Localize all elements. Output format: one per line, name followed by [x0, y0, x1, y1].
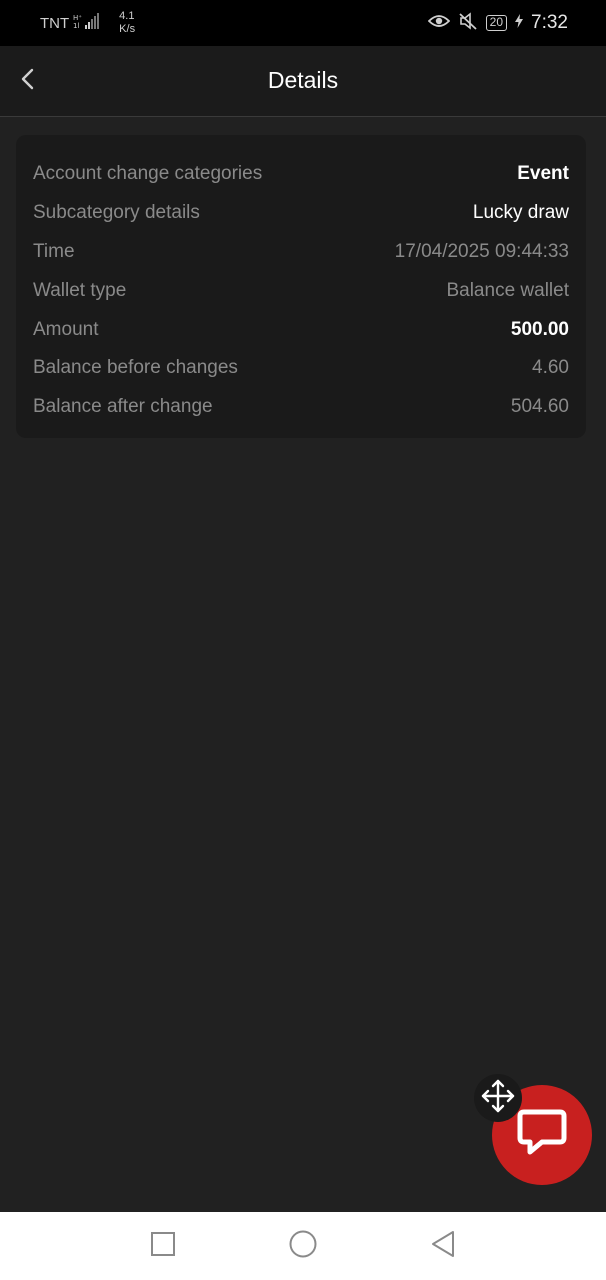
charging-icon [515, 14, 524, 32]
svg-text:H⁺: H⁺ [73, 14, 82, 22]
triangle-back-icon [430, 1230, 456, 1263]
detail-row-subcategory: Subcategory details Lucky draw [33, 194, 569, 233]
detail-value: 500.00 [510, 318, 569, 340]
clock: 7:32 [531, 12, 568, 33]
detail-row-time: Time 17/04/2025 09:44:33 [33, 233, 569, 272]
detail-label: Wallet type [33, 279, 127, 301]
detail-value: 17/04/2025 09:44:33 [394, 240, 569, 262]
nav-back-button[interactable] [428, 1230, 458, 1263]
detail-value: Lucky draw [472, 202, 569, 224]
detail-row-balance-after: Balance after change 504.60 [33, 388, 569, 427]
signal-icon: H⁺ 1l [73, 12, 103, 34]
detail-label: Balance before changes [33, 357, 238, 379]
mute-icon [458, 12, 478, 34]
detail-label: Time [33, 240, 75, 262]
detail-value: 504.60 [510, 396, 569, 418]
detail-label: Amount [33, 318, 99, 340]
nav-recent-button[interactable] [148, 1231, 178, 1261]
detail-row-wallet-type: Wallet type Balance wallet [33, 271, 569, 310]
net-speed-unit: K/s [119, 23, 136, 35]
detail-row-amount: Amount 500.00 [33, 310, 569, 349]
status-bar: TNT H⁺ 1l 4.1 K/s 20 7:32 [0, 0, 606, 46]
net-speed-value: 4.1 [119, 10, 135, 22]
eye-icon [427, 13, 450, 33]
carrier-label: TNT [40, 14, 70, 32]
detail-value: Balance wallet [446, 279, 569, 301]
detail-row-balance-before: Balance before changes 4.60 [33, 349, 569, 388]
system-nav-bar [0, 1212, 606, 1280]
nav-home-button[interactable] [288, 1229, 318, 1264]
square-icon [150, 1231, 176, 1262]
detail-label: Balance after change [33, 396, 213, 418]
detail-value: 4.60 [532, 357, 569, 379]
detail-label: Account change categories [33, 163, 263, 185]
app-header: Details [0, 46, 606, 117]
net-speed: 4.1 K/s [119, 10, 135, 36]
status-right: 20 7:32 [427, 12, 568, 34]
status-left: TNT H⁺ 1l 4.1 K/s [40, 10, 135, 36]
details-card: Account change categories Event Subcateg… [16, 135, 586, 438]
move-arrows-icon [480, 1078, 516, 1119]
detail-label: Subcategory details [33, 202, 200, 224]
battery-icon: 20 [485, 15, 508, 31]
chat-bubble-icon [516, 1108, 568, 1163]
detail-row-category: Account change categories Event [33, 155, 569, 194]
drag-handle[interactable] [474, 1074, 522, 1122]
circle-icon [288, 1229, 318, 1264]
detail-value: Event [517, 163, 569, 185]
page-title: Details [267, 67, 339, 93]
svg-text:1l: 1l [73, 22, 79, 30]
